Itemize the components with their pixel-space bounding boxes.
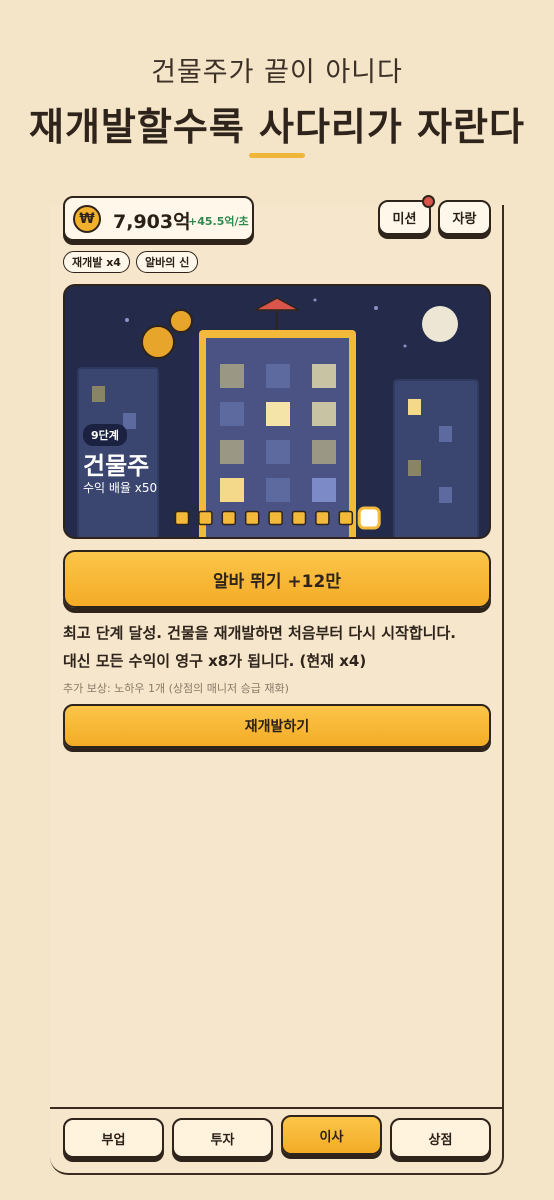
tab-move[interactable]: 이사 — [281, 1115, 382, 1155]
mission-label: 미션 — [392, 212, 417, 227]
money-display: ₩ 7,903억 +45.5억/초 — [63, 196, 254, 241]
brag-label: 자랑 — [452, 212, 477, 227]
tab-shop[interactable]: 상점 — [390, 1118, 491, 1158]
progress-step — [291, 510, 307, 526]
tab-side-job[interactable]: 부업 — [63, 1118, 164, 1158]
balloon-icon — [141, 325, 175, 359]
mission-button[interactable]: 미션 — [378, 195, 435, 235]
redevelop-description-line-1: 최고 단계 달성. 건물을 재개발하면 처음부터 다시 시작합니다. — [63, 624, 456, 642]
redevelop-description-line-2: 대신 모든 수익이 영구 x8가 됩니다. (현재 x4) — [63, 652, 367, 670]
building-illustration — [77, 297, 479, 537]
brag-button[interactable]: 자랑 — [438, 200, 491, 235]
income-rate: +45.5억/초 — [188, 215, 249, 228]
redevelop-button[interactable]: 재개발하기 — [63, 704, 491, 748]
right-building — [393, 379, 479, 537]
building-name: 건물주 — [83, 452, 150, 480]
progress-step — [198, 510, 213, 526]
progress-step — [244, 510, 260, 526]
money-value: 7,903억 — [113, 211, 191, 233]
progress-step — [221, 510, 237, 526]
promo-title: 재개발할수록 사다리가 자란다 — [29, 105, 525, 149]
coin-icon: ₩ — [73, 205, 101, 233]
progress-step — [357, 506, 381, 530]
badge-redevelop-count: 재개발 x4 — [63, 251, 130, 273]
level-badge: 9단계 — [83, 424, 127, 446]
extra-reward-note: 추가 보상: 노하우 1개 (상점의 매니저 승급 재화) — [63, 682, 289, 695]
building-scene: 9단계 건물주 수익 배율 x50 — [63, 284, 491, 539]
tab-invest[interactable]: 투자 — [172, 1118, 273, 1158]
progress-step — [174, 510, 190, 526]
promo-subtitle: 건물주가 끝이 아니다 — [151, 57, 403, 88]
promo-underline — [249, 153, 305, 158]
progress-step — [338, 510, 354, 526]
level-progress-track — [174, 506, 381, 530]
badge-title: 알바의 신 — [136, 251, 199, 273]
work-button[interactable]: 알바 뛰기 +12만 — [63, 550, 491, 608]
progress-step — [268, 510, 283, 526]
progress-step — [315, 510, 330, 526]
roof-sign-icon — [254, 297, 300, 311]
income-multiplier: 수익 배율 x50 — [83, 481, 158, 495]
notification-dot-icon — [422, 195, 435, 208]
moon-icon — [422, 306, 458, 342]
